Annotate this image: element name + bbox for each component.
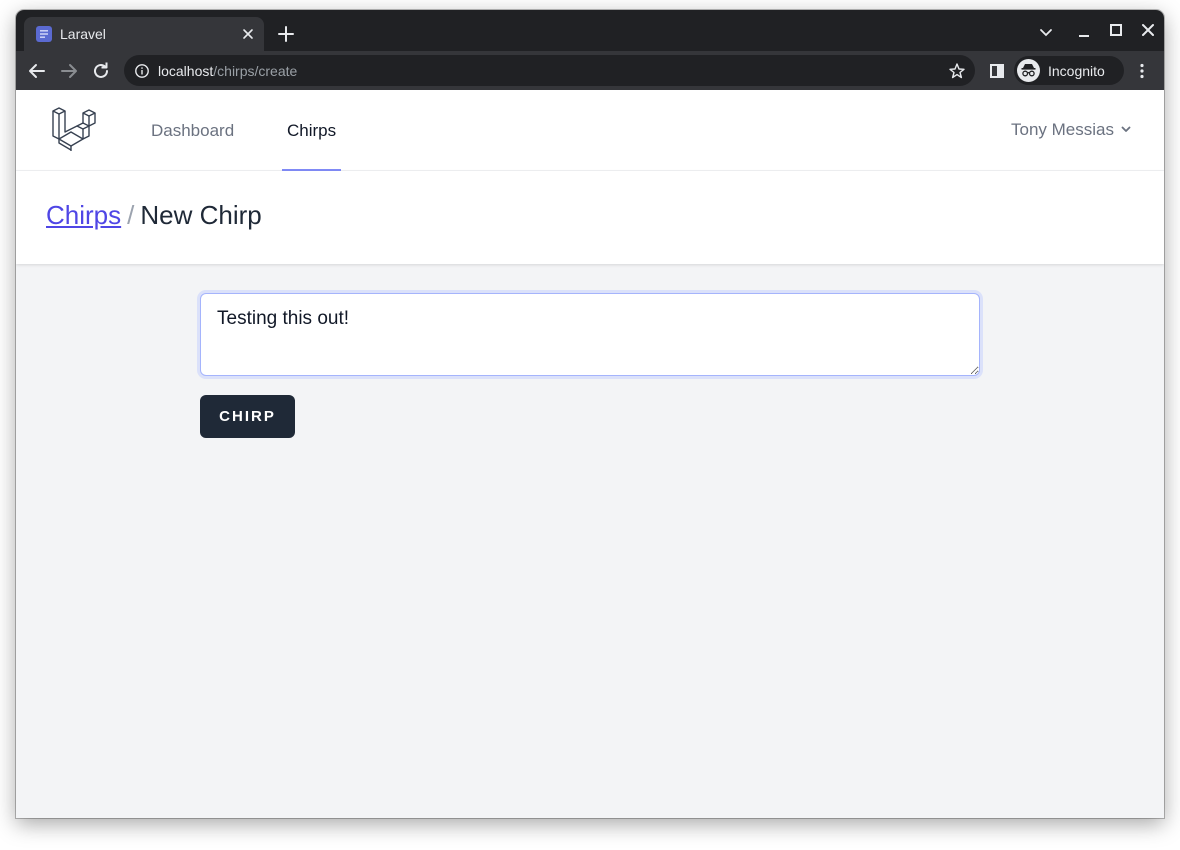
url-text[interactable]: localhost/chirps/create <box>158 63 297 79</box>
browser-tab[interactable]: Laravel <box>24 17 264 51</box>
minimize-icon[interactable] <box>1072 20 1096 44</box>
user-menu[interactable]: Tony Messias <box>1011 120 1132 140</box>
back-icon[interactable] <box>24 58 50 84</box>
page-title: New Chirp <box>140 200 262 230</box>
incognito-profile-button[interactable]: Incognito <box>1014 56 1124 85</box>
breadcrumb: Chirps / New Chirp <box>46 200 262 231</box>
url-host: localhost <box>158 63 214 79</box>
browser-window: Laravel localhost/chirps/create Incognit… <box>16 10 1164 818</box>
chirp-submit-button[interactable]: CHIRP <box>200 395 295 438</box>
tab-search-icon[interactable] <box>1034 20 1058 44</box>
incognito-icon <box>1017 59 1040 82</box>
address-bar[interactable]: localhost/chirps/create <box>124 55 975 86</box>
close-tab-icon[interactable] <box>238 24 258 44</box>
bookmark-star-icon[interactable] <box>947 61 967 86</box>
web-page: Dashboard Chirps Tony Messias Chirps / New… <box>16 90 1164 818</box>
tab-title: Laravel <box>60 26 106 42</box>
incognito-label: Incognito <box>1048 63 1105 79</box>
side-panel-icon[interactable] <box>984 58 1010 84</box>
page-header: Chirps / New Chirp <box>16 171 1164 264</box>
info-icon[interactable] <box>134 63 150 84</box>
browser-toolbar: localhost/chirps/create Incognito <box>16 51 1164 90</box>
top-navigation: Dashboard Chirps Tony Messias <box>16 90 1164 171</box>
nav-link-dashboard[interactable]: Dashboard <box>151 90 234 171</box>
maximize-icon[interactable] <box>1104 18 1128 42</box>
tab-strip: Laravel <box>16 10 1164 51</box>
chevron-down-icon <box>1121 126 1131 132</box>
forward-icon[interactable] <box>56 58 82 84</box>
chirp-form: Testing this out! CHIRP <box>200 293 980 438</box>
favicon-icon <box>36 26 52 42</box>
url-path: /chirps/create <box>213 63 298 79</box>
reload-icon[interactable] <box>88 58 114 84</box>
close-window-icon[interactable] <box>1136 18 1160 42</box>
new-tab-icon[interactable] <box>274 22 298 46</box>
browser-menu-icon[interactable] <box>1129 58 1155 84</box>
laravel-logo-icon[interactable] <box>50 106 98 157</box>
breadcrumb-separator: / <box>127 200 135 230</box>
breadcrumb-link-chirps[interactable]: Chirps <box>46 200 121 230</box>
chirp-message-textarea[interactable]: Testing this out! <box>200 293 980 376</box>
user-name: Tony Messias <box>1011 120 1114 139</box>
nav-link-chirps[interactable]: Chirps <box>282 90 342 171</box>
